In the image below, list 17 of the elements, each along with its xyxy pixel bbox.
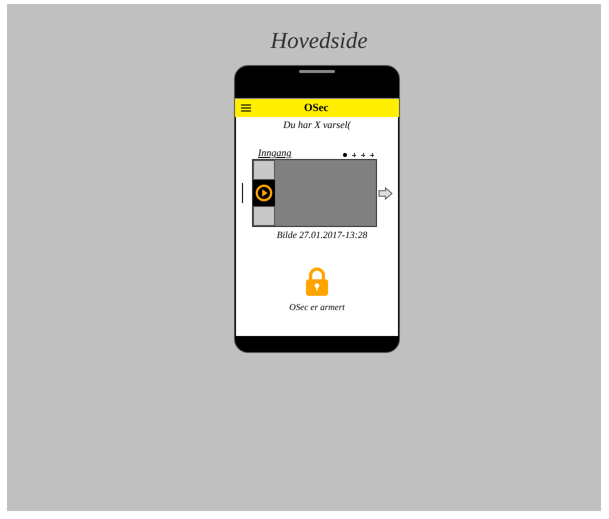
thumbnail[interactable]	[253, 206, 275, 226]
next-arrow-icon[interactable]	[378, 186, 393, 200]
status-text: OSec er armert	[289, 302, 345, 312]
thumbnail[interactable]	[253, 160, 275, 180]
menu-icon[interactable]	[241, 104, 251, 112]
play-button[interactable]	[253, 180, 275, 206]
page-indicator[interactable]	[343, 153, 347, 157]
camera-label[interactable]: Inngang	[258, 148, 292, 159]
app-title: OSec	[304, 102, 328, 114]
page-indicator[interactable]	[361, 153, 365, 157]
image-timestamp: Bilde 27.01.2017-13:28	[276, 231, 368, 241]
handle-line[interactable]	[242, 183, 243, 203]
page-indicator[interactable]	[352, 153, 356, 157]
notice-text: Du har X varsel(	[283, 120, 351, 131]
page-title: Hovedside	[270, 28, 368, 55]
speaker-icon	[299, 70, 335, 73]
page-indicator[interactable]	[370, 153, 374, 157]
